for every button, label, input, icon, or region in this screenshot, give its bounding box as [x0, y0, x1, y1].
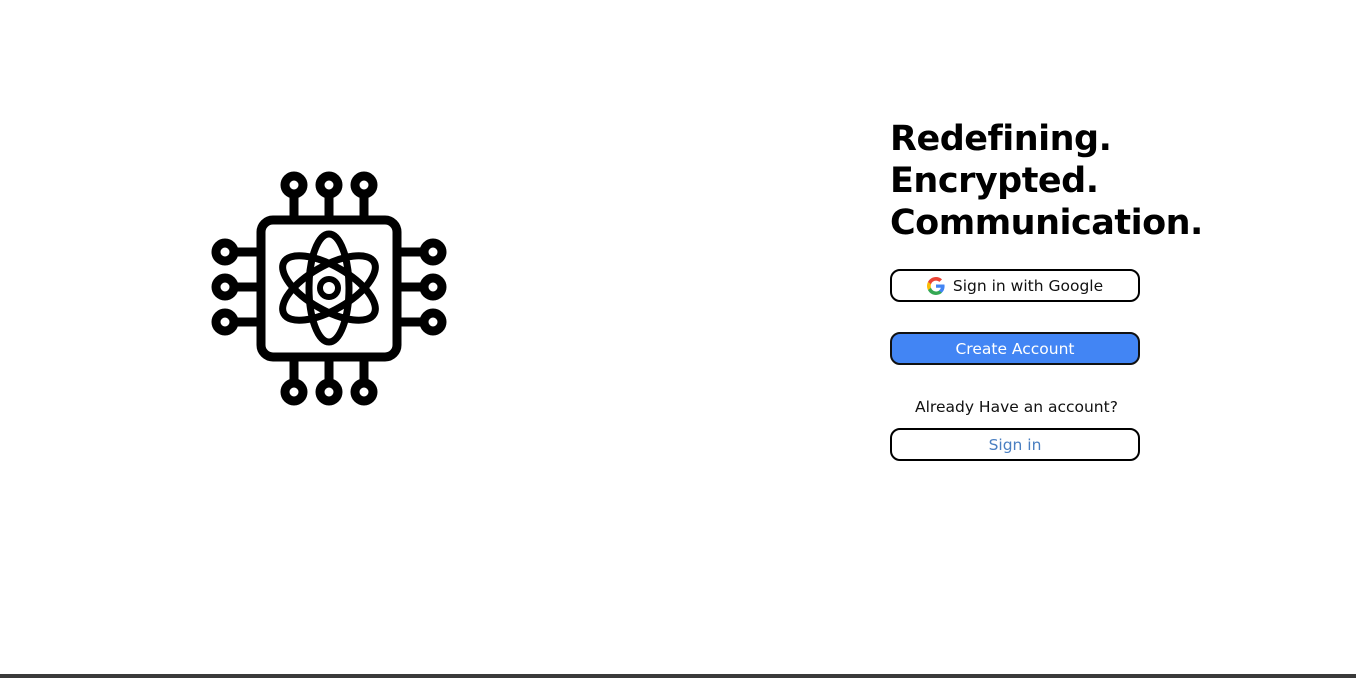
- google-icon: [926, 276, 945, 295]
- google-button-label: Sign in with Google: [952, 276, 1104, 295]
- bottom-border: [0, 674, 1356, 678]
- sign-in-label: Sign in: [988, 435, 1042, 454]
- already-have-account-text: Already Have an account?: [915, 398, 1118, 416]
- create-account-button[interactable]: Create Account: [890, 332, 1140, 365]
- chip-atom-icon: [205, 165, 453, 413]
- create-account-label: Create Account: [955, 339, 1075, 358]
- landing-page: Redefining. Encrypted. Communication. Si…: [0, 0, 1356, 678]
- headline-line-1: Redefining.: [890, 119, 1112, 159]
- headline-line-3: Communication.: [890, 203, 1203, 243]
- sign-in-with-google-button[interactable]: Sign in with Google: [890, 269, 1140, 302]
- headline-line-2: Encrypted.: [890, 161, 1099, 201]
- sign-in-button[interactable]: Sign in: [890, 428, 1140, 461]
- headline: Redefining. Encrypted. Communication.: [890, 118, 1210, 244]
- auth-panel: Redefining. Encrypted. Communication. Si…: [890, 118, 1210, 461]
